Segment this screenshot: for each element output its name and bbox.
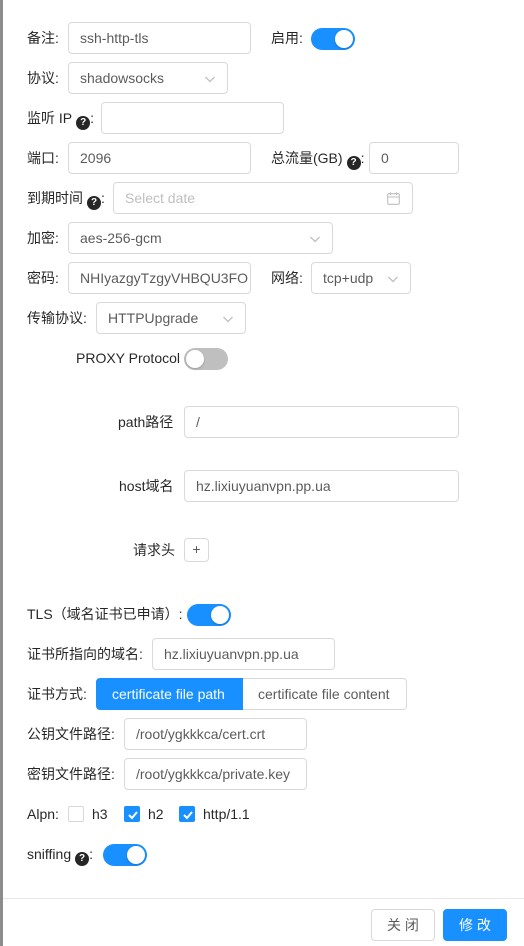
protocol-label: 协议: [27, 70, 59, 86]
check-icon [128, 811, 138, 820]
colon: : [90, 110, 95, 126]
remark-label: 备注: [27, 30, 59, 46]
sniffing-text: sniffing [27, 846, 72, 862]
public-key-label: 公钥文件路径: [27, 726, 115, 742]
port-input[interactable]: 2096 [68, 142, 251, 174]
question-icon[interactable]: ? [87, 196, 101, 210]
network-value: tcp+udp [323, 270, 374, 286]
path-input[interactable]: / [184, 406, 459, 438]
listen-ip-text: 监听 IP [27, 110, 73, 126]
question-icon[interactable]: ? [346, 156, 361, 170]
expiry-label: 到期时间?: [27, 188, 105, 210]
host-input[interactable]: hz.lixiuyuanvpn.pp.ua [184, 470, 459, 502]
alpn-h3-label: h3 [92, 806, 108, 822]
alpn-h3-checkbox[interactable] [68, 806, 84, 822]
check-icon [183, 811, 193, 820]
proxy-protocol-switch[interactable] [184, 348, 228, 370]
total-traffic-input[interactable]: 0 [369, 142, 459, 174]
headers-label: 请求头 [133, 542, 175, 558]
expiry-text: 到期时间 [27, 190, 83, 206]
network-label: 网络: [271, 270, 303, 286]
remark-input[interactable]: ssh-http-tls [68, 22, 251, 54]
transport-label: 传输协议: [27, 310, 87, 326]
tls-label: TLS（域名证书已申请）: [27, 606, 183, 622]
chevron-down-icon [205, 76, 215, 83]
modify-button[interactable]: 修 改 [443, 909, 507, 941]
private-key-input[interactable]: /root/ygkkkca/private.key [124, 758, 307, 790]
cert-domain-label: 证书所指向的域名: [27, 646, 143, 662]
chevron-down-icon [388, 276, 398, 283]
cert-domain-input[interactable]: hz.lixiuyuanvpn.pp.ua [152, 638, 335, 670]
chevron-down-icon [223, 316, 233, 323]
cert-mode-file-path[interactable]: certificate file path [96, 678, 243, 710]
colon: : [89, 846, 93, 862]
protocol-value: shadowsocks [80, 70, 165, 86]
encryption-label: 加密: [27, 230, 59, 246]
expiry-date-picker[interactable]: Select date [113, 182, 413, 214]
total-traffic-label: 总流量(GB)?: [271, 148, 364, 170]
port-label: 端口: [27, 150, 59, 166]
password-label: 密码: [27, 270, 59, 286]
add-header-button[interactable]: + [184, 538, 209, 562]
switch-knob [335, 30, 353, 48]
cert-mode-file-content[interactable]: certificate file content [243, 678, 407, 710]
alpn-h2-checkbox[interactable] [124, 806, 140, 822]
password-input[interactable]: NHIyazgyTzgyVHBQU3FO [68, 262, 251, 294]
sniffing-switch[interactable] [103, 844, 147, 866]
listen-ip-label: 监听 IP?: [27, 108, 94, 130]
switch-knob [186, 350, 204, 368]
alpn-h2-label: h2 [148, 806, 164, 822]
expiry-placeholder: Select date [125, 190, 196, 206]
alpn-label: Alpn: [27, 806, 59, 822]
question-icon[interactable]: ? [75, 852, 90, 866]
footer-divider [3, 898, 524, 899]
encryption-select[interactable]: aes-256-gcm [68, 222, 333, 254]
host-label: host域名 [119, 478, 174, 494]
question-icon[interactable]: ? [76, 116, 91, 130]
private-key-label: 密钥文件路径: [27, 766, 115, 782]
listen-ip-input[interactable] [101, 102, 284, 134]
network-select[interactable]: tcp+udp [311, 262, 411, 294]
tls-switch[interactable] [187, 604, 231, 626]
cert-mode-label: 证书方式: [27, 686, 87, 702]
enable-label: 启用: [271, 30, 303, 46]
encryption-value: aes-256-gcm [80, 230, 162, 246]
colon: : [360, 150, 365, 166]
public-key-input[interactable]: /root/ygkkkca/cert.crt [124, 718, 307, 750]
switch-knob [127, 846, 145, 864]
path-label: path路径 [118, 414, 174, 430]
window-edge [0, 0, 3, 946]
alpn-http11-label: http/1.1 [203, 806, 250, 822]
colon: : [101, 190, 105, 206]
alpn-http11-checkbox[interactable] [179, 806, 195, 822]
close-button[interactable]: 关 闭 [371, 909, 435, 941]
calendar-icon [387, 192, 400, 205]
sniffing-label: sniffing?: [27, 844, 93, 866]
total-traffic-text: 总流量(GB) [271, 150, 343, 166]
protocol-select[interactable]: shadowsocks [68, 62, 228, 94]
switch-knob [211, 606, 229, 624]
chevron-down-icon [310, 236, 320, 243]
transport-select[interactable]: HTTPUpgrade [96, 302, 246, 334]
transport-value: HTTPUpgrade [108, 310, 199, 326]
enable-switch[interactable] [311, 28, 355, 50]
proxy-protocol-label: PROXY Protocol [76, 350, 181, 366]
